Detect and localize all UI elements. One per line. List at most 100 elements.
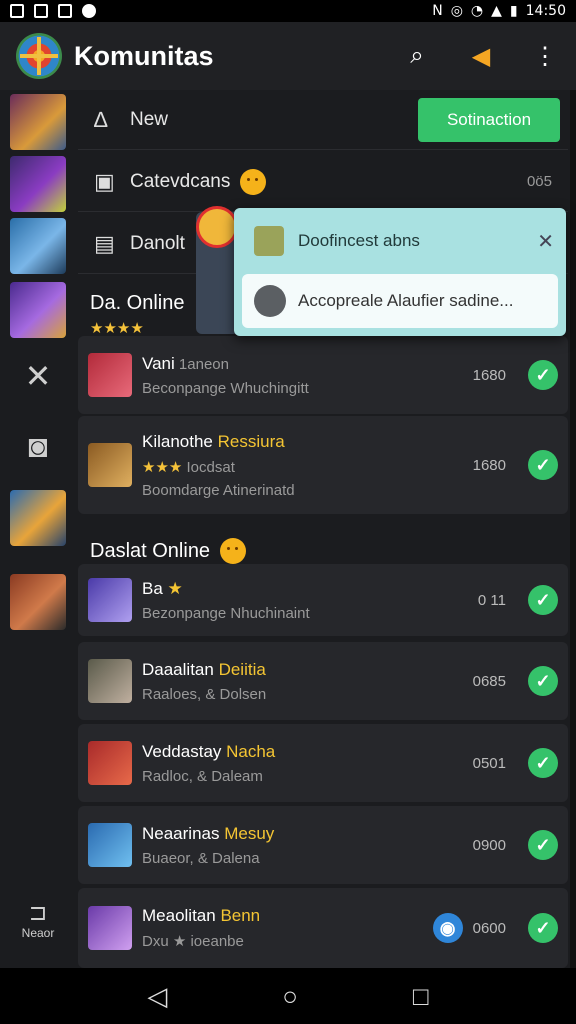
categories-label: Catevdcans (130, 170, 231, 192)
check-icon[interactable]: ✓ (528, 666, 558, 696)
item-count: 0501 (472, 754, 506, 772)
close-icon[interactable]: ✕ (18, 356, 58, 396)
system-nav-bar: ◁ ○ □ (0, 968, 576, 1024)
wifi-icon: ◔ (470, 3, 484, 19)
game-thumb (88, 823, 132, 867)
check-icon[interactable]: ✓ (528, 450, 558, 480)
categories-row[interactable]: ▣ Catevdcans 0ö5 (78, 152, 568, 212)
list-item[interactable]: Daaalitan Deiitia Raaloes, & Dolsen 0685… (78, 642, 568, 720)
list-item[interactable]: Kilanothe Ressiura ★★★ Iocdsat Boomdarge… (78, 416, 568, 514)
camera-icon (254, 285, 286, 317)
app-bar: Komunitas ⌕ ◀ ⋮ (0, 22, 576, 90)
new-post-icon: ∆ (94, 106, 108, 132)
rail-game-thumb-4[interactable] (10, 282, 66, 338)
close-icon[interactable]: ✕ (537, 229, 554, 254)
clock: 14:50 (525, 3, 566, 19)
item-title: Daaalitan (142, 659, 219, 679)
item-title: Neaarinas (142, 823, 225, 843)
popup-dialog: Doofincest abns ✕ Accopreale Alaufier sa… (234, 208, 566, 336)
item-sub: Dxu ★ ioeanbe (142, 933, 244, 950)
rail-game-thumb-3[interactable] (10, 218, 66, 274)
list-item[interactable]: Veddastay Nacha Radloc, & Daleam 0501 ✓ (78, 724, 568, 802)
home-icon[interactable]: ○ (282, 981, 298, 1012)
recents-icon[interactable]: □ (413, 981, 429, 1012)
record-notification-icon (82, 4, 96, 18)
rail-bottom-label: Neaor (21, 926, 55, 940)
calendar-icon: ▣ (94, 168, 115, 194)
item-sub: Buaeor, & Dalena (142, 849, 260, 867)
item-stars: ★★★ (142, 458, 183, 476)
new-label: New (130, 108, 169, 130)
item-title: Veddastay (142, 741, 227, 761)
camera-icon[interactable]: ◙ (18, 426, 58, 466)
emoji-badge-icon (196, 206, 238, 248)
check-icon[interactable]: ✓ (528, 360, 558, 390)
search-icon[interactable]: ⌕ (402, 41, 432, 71)
item-title: Kilanothe (142, 431, 218, 451)
rail-game-thumb-1[interactable] (10, 94, 66, 150)
item-count: 1680 (472, 456, 506, 474)
rail-game-thumb-2[interactable] (10, 156, 66, 212)
lock-icon (254, 226, 284, 256)
item-count: 1680 (472, 366, 506, 384)
list-item[interactable]: Neaarinas Mesuy Buaeor, & Dalena 0900 ✓ (78, 806, 568, 884)
info-badge-icon[interactable]: ◉ (432, 913, 463, 943)
section-head-2: Daslat Online (78, 534, 568, 568)
back-icon[interactable]: ◁ (147, 981, 167, 1012)
item-count: 0600 (472, 919, 506, 937)
rating-stars: ★★★★ (90, 320, 144, 337)
nfc-icon: N (432, 3, 443, 19)
check-icon[interactable]: ✓ (528, 830, 558, 860)
list-item[interactable]: Vani 1aneon Beconpange Whuchingitt 1680 … (78, 336, 568, 414)
item-count: 0 11 (477, 591, 506, 609)
item-title-highlight: Ressiura (217, 431, 285, 451)
popup-field-text: Accopreale Alaufier sadine... (298, 291, 514, 310)
item-title: Vani (142, 353, 175, 373)
game-thumb (88, 906, 132, 950)
game-thumb (88, 353, 132, 397)
item-title-highlight: Benn (220, 906, 261, 925)
item-title: Ba (142, 578, 163, 598)
smile-emoji-icon (220, 538, 247, 564)
more-vert-icon[interactable]: ⋮ (530, 41, 560, 71)
bookmark-icon: ▤ (94, 230, 115, 256)
game-thumb (88, 741, 132, 785)
check-icon[interactable]: ✓ (528, 913, 558, 943)
danolt-label: Danolt (130, 232, 185, 254)
item-title-highlight: Nacha (226, 741, 276, 761)
item-count: 0685 (472, 672, 506, 690)
list-item[interactable]: Ba ★ Bezonpange Nhuchinaint 0 11 ✓ (78, 564, 568, 636)
section-title-2: Daslat Online (90, 539, 211, 562)
alarm-icon: ◎ (450, 3, 463, 19)
item-sub: Raaloes, & Dolsen (142, 685, 267, 703)
item-sub: Bezonpange Nhuchinaint (142, 604, 310, 622)
popup-field[interactable]: Accopreale Alaufier sadine... (242, 274, 558, 328)
signal-icon: ▲ (491, 3, 502, 19)
side-rail: ✕ ◙ ⊐ Neaor (0, 90, 74, 968)
item-title-tail: 1aneon (174, 355, 229, 373)
list-item[interactable]: Meaolitan Benn Dxu ★ ioeanbe ◉ 0600 ✓ (78, 888, 568, 968)
item-title: Meaolitan (142, 906, 221, 925)
check-icon[interactable]: ✓ (528, 748, 558, 778)
scroll-edge (570, 90, 576, 968)
gallery-notification-icon (10, 4, 24, 18)
smile-emoji-icon (240, 168, 267, 195)
status-bar: N ◎ ◔ ▲ ▮ 14:50 (0, 0, 576, 22)
battery-icon: ▮ (509, 3, 518, 19)
rail-game-thumb-5[interactable] (10, 490, 66, 546)
sotinaction-button[interactable]: Sotinaction (418, 98, 560, 142)
check-icon[interactable]: ✓ (528, 585, 558, 615)
app-notification-icon (34, 4, 48, 18)
item-title-highlight: Deiitia (218, 659, 266, 679)
rail-game-thumb-6[interactable] (10, 574, 66, 630)
exit-icon: ⊐ (28, 900, 48, 925)
section-title-1: Da. Online (90, 291, 185, 314)
game-thumb (88, 443, 132, 487)
megaphone-icon[interactable]: ◀ (466, 41, 496, 71)
item-title-highlight: Mesuy (224, 823, 275, 843)
item-sub: Beconpange Whuchingitt (142, 379, 309, 397)
photo-notification-icon (58, 4, 72, 18)
new-row[interactable]: ∆ New Sotinaction (78, 90, 568, 150)
item-title-tail: ★ (162, 578, 183, 598)
rail-bottom-item[interactable]: ⊐ Neaor (10, 900, 66, 940)
